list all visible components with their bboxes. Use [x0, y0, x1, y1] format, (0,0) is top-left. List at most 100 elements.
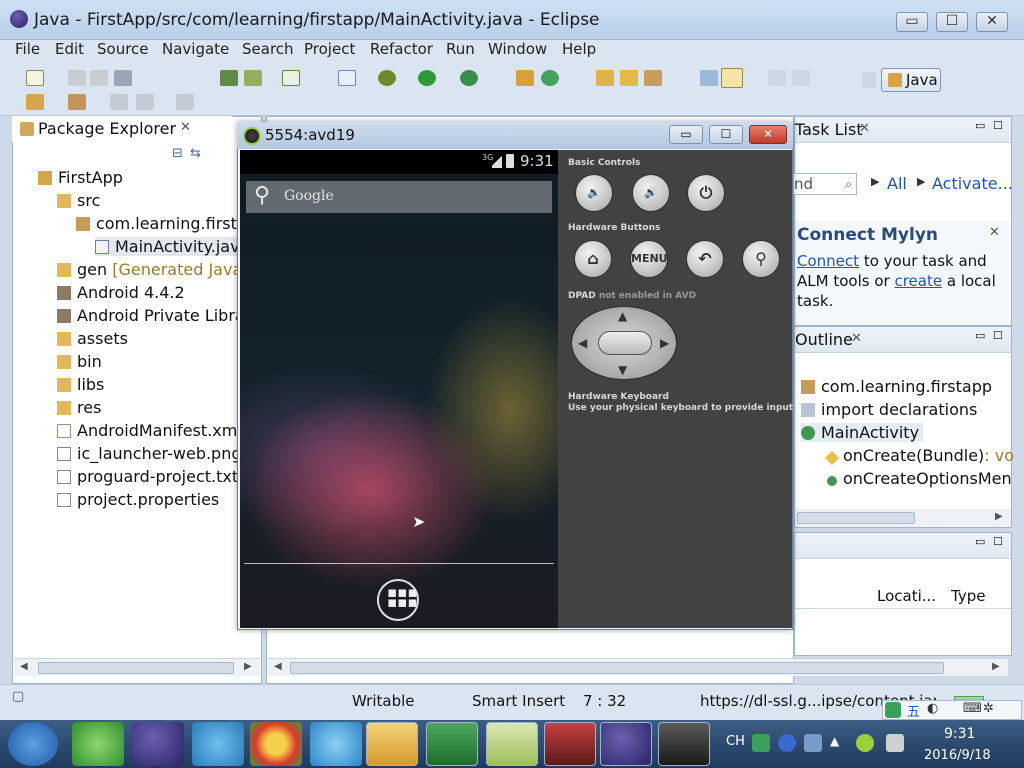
outline-item-oncreateoptionsmenu[interactable]: onCreateOptionsMen — [827, 469, 1012, 488]
scroll-left-icon[interactable]: ◀ — [20, 661, 28, 672]
dpad-control[interactable]: ▲ ▼ ◀ ▶ — [571, 306, 677, 380]
tree-item-mainactivity[interactable]: MainActivity.java — [95, 237, 254, 256]
scroll-thumb[interactable] — [797, 512, 915, 524]
create-link[interactable]: create — [894, 272, 942, 290]
tree-item-bin[interactable]: bin — [57, 352, 102, 371]
dpad-up-icon[interactable]: ▲ — [618, 309, 627, 323]
volume-down-button[interactable]: 🔉 — [575, 174, 613, 212]
android-sdk-manager-icon[interactable] — [220, 70, 238, 86]
emulator-maximize-button[interactable]: ☐ — [709, 125, 743, 144]
excel-taskbar-icon[interactable] — [426, 722, 478, 766]
add-icon[interactable] — [856, 734, 874, 752]
emulator-close-button[interactable]: ✕ — [749, 125, 787, 144]
tree-item-androidmanifest[interactable]: AndroidManifest.xml — [57, 421, 242, 440]
new-icon[interactable] — [26, 70, 44, 86]
outline-tab-label[interactable]: Outline — [795, 330, 853, 349]
package-explorer-tab[interactable]: Package Explorer ✕ — [12, 116, 232, 142]
sogou-icon[interactable] — [752, 734, 770, 752]
menu-file[interactable]: File — [15, 40, 40, 58]
bottom-panel-hscrollbar[interactable]: ◀ ▶ — [268, 658, 1008, 676]
forward-icon[interactable] — [176, 94, 194, 110]
ime-mode-icon[interactable]: 五 — [907, 701, 920, 720]
back-icon[interactable] — [136, 94, 154, 110]
minimize-view-icon[interactable]: ▭ — [975, 119, 985, 132]
emulator-minimize-button[interactable]: ▭ — [669, 125, 703, 144]
task-find-input[interactable]: nd ⌕ — [793, 173, 857, 195]
ie-taskbar-icon[interactable] — [72, 722, 124, 766]
menu-window[interactable]: Window — [488, 40, 547, 58]
scroll-thumb[interactable] — [290, 662, 944, 674]
menu-edit[interactable]: Edit — [55, 40, 84, 58]
new-class-icon[interactable] — [541, 70, 559, 86]
help-icon[interactable] — [778, 734, 796, 752]
menu-help[interactable]: Help — [562, 40, 596, 58]
menu-navigate[interactable]: Navigate — [162, 40, 229, 58]
explorer-taskbar-icon[interactable] — [366, 722, 418, 766]
connect-link[interactable]: Connect — [797, 252, 859, 270]
tree-item-res[interactable]: res — [57, 398, 101, 417]
app-drawer-button[interactable]: ▪▪▪ ▪▪▪ — [377, 579, 419, 621]
outline-item-oncreate[interactable]: onCreate(Bundle): vo — [824, 446, 1014, 466]
cloud-app-taskbar-icon[interactable] — [310, 722, 362, 766]
chrome-taskbar-icon[interactable] — [250, 722, 302, 766]
outline-item-package[interactable]: com.learning.firstapp — [801, 377, 992, 396]
power-button[interactable]: ⏻ — [687, 174, 725, 212]
activate-link[interactable]: Activate... — [932, 174, 1013, 193]
task-list-tab-label[interactable]: Task List — [795, 120, 863, 139]
checkbox-icon[interactable] — [282, 70, 300, 86]
column-header-location[interactable]: Locati... — [877, 587, 936, 605]
punctuation-icon[interactable]: ◐ — [927, 701, 938, 716]
maximize-view-icon[interactable]: ☐ — [993, 119, 1003, 132]
previous-annotation-icon[interactable] — [68, 94, 86, 110]
menu-source[interactable]: Source — [97, 40, 149, 58]
save-icon[interactable] — [68, 70, 86, 86]
link-with-editor-icon[interactable]: ⇆ — [190, 146, 201, 161]
search-tool-icon[interactable] — [644, 70, 662, 86]
tree-item-proguard[interactable]: proguard-project.txt — [57, 467, 238, 486]
scroll-right-icon[interactable]: ▶ — [995, 511, 1003, 522]
clock-time[interactable]: 9:31 — [944, 726, 975, 742]
tree-item-assets[interactable]: assets — [57, 329, 128, 348]
run-icon[interactable] — [418, 70, 436, 86]
maximize-view-icon[interactable]: ☐ — [993, 535, 1003, 548]
all-link[interactable]: All — [887, 174, 907, 193]
close-tab-icon[interactable]: ✕ — [859, 121, 870, 136]
tree-item-android-private-libraries[interactable]: Android Private Librar — [57, 306, 251, 325]
save-all-icon[interactable] — [90, 70, 108, 86]
google-search-bar[interactable]: ⚲ Google — [246, 181, 552, 213]
open-perspective-icon[interactable] — [862, 72, 876, 88]
android-screen[interactable]: 3G 9:31 ⚲ Google ▪▪▪ ▪▪▪ ➤ — [240, 150, 558, 628]
fast-view-icon[interactable]: ▢ — [12, 689, 24, 704]
dpad-right-icon[interactable]: ▶ — [660, 336, 669, 350]
open-folder-icon[interactable] — [620, 70, 638, 86]
home-button[interactable]: ⌂ — [574, 240, 612, 278]
menu-project[interactable]: Project — [304, 40, 355, 58]
minimize-view-icon[interactable]: ▭ — [975, 329, 985, 342]
tree-item-package[interactable]: com.learning.firstap — [76, 214, 257, 233]
column-header-type[interactable]: Type — [951, 587, 985, 605]
outline-item-imports[interactable]: import declarations — [801, 400, 977, 419]
open-type-icon[interactable] — [596, 70, 614, 86]
keyboard-icon[interactable]: ⌨ — [963, 701, 982, 716]
android-avd-manager-icon[interactable] — [244, 70, 262, 86]
scroll-right-icon[interactable]: ▶ — [992, 661, 1000, 672]
block-selection-icon[interactable] — [768, 70, 786, 86]
close-button[interactable]: ✕ — [976, 12, 1008, 32]
tree-item-ic-launcher[interactable]: ic_launcher-web.png — [57, 444, 242, 463]
external-tools-icon[interactable] — [460, 70, 478, 86]
tree-item-firstapp[interactable]: FirstApp — [38, 168, 123, 187]
show-hidden-icons-icon[interactable]: ▲ — [830, 734, 839, 748]
java-perspective-button[interactable]: Java — [881, 68, 941, 92]
outline-hscrollbar[interactable]: ▶ — [795, 509, 1011, 527]
scroll-thumb[interactable] — [38, 662, 234, 674]
tree-item-src[interactable]: src — [57, 191, 100, 210]
scroll-left-icon[interactable]: ◀ — [274, 661, 282, 672]
dpad-center-button[interactable] — [598, 331, 652, 355]
dpad-left-icon[interactable]: ◀ — [578, 336, 587, 350]
start-button[interactable] — [8, 722, 58, 766]
menu-run[interactable]: Run — [446, 40, 475, 58]
emulator-taskbar-icon[interactable] — [658, 722, 710, 766]
tree-item-project-properties[interactable]: project.properties — [57, 490, 219, 509]
dpad-down-icon[interactable]: ▼ — [618, 363, 627, 377]
ime-indicator[interactable]: CH — [726, 734, 745, 749]
